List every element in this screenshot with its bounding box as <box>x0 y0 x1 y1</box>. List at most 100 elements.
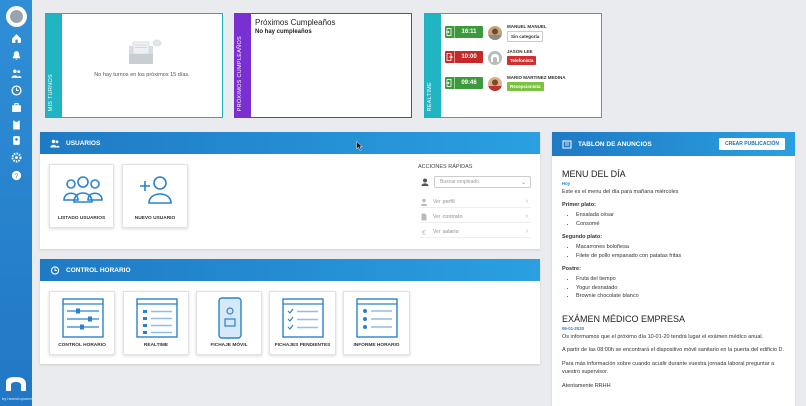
users-group-icon <box>63 176 103 203</box>
usuarios-title: USUARIOS <box>66 139 101 147</box>
gear-icon[interactable] <box>9 150 23 164</box>
chevron-right-icon: › <box>525 198 528 205</box>
section-heading: Segundo plato: <box>562 234 603 241</box>
mobile-icon <box>218 297 242 339</box>
announcement-text: Este es el menu del día para mañana miér… <box>562 188 679 195</box>
avatar <box>488 77 502 91</box>
logo[interactable] <box>6 6 27 27</box>
clipboard-icon[interactable] <box>9 117 23 131</box>
tile-label: CONTROL HORARIO <box>58 343 106 348</box>
control-horario-title: CONTROL HORARIO <box>66 266 131 274</box>
control-horario-panel: CONTROL HORARIO CONTROL HORARIO REALTIME… <box>40 259 540 364</box>
add-user-icon <box>140 176 172 204</box>
inbox-icon <box>129 39 162 64</box>
crear-publicacion-button[interactable]: CREAR PUBLICACIÓN <box>719 138 785 150</box>
menu-list: Macarrones boloñesa Filete de pollo empa… <box>562 244 785 260</box>
turnos-card: MIS TURNOS No hay turnos en los próximos… <box>45 13 223 118</box>
door-icon <box>446 79 452 87</box>
time-badge: 16:11 <box>445 26 483 38</box>
announcement-text: Para más información sobre cuando acudir… <box>562 361 775 375</box>
list-item: Brownie chocolate blanco <box>576 293 785 301</box>
list-item: Filete de pollo empanado con patatas fri… <box>576 253 785 261</box>
realtime-label: REALTIME <box>427 81 433 112</box>
control-horario-header: CONTROL HORARIO <box>40 259 540 281</box>
employee-name: MANUEL MANUEL <box>507 24 547 29</box>
brand-footer: by hamshoponee <box>2 396 33 401</box>
briefcase-icon[interactable] <box>9 100 23 114</box>
menu-list: Ensalada césar Consomé <box>562 212 785 228</box>
help-icon[interactable]: ? <box>9 168 23 182</box>
list-item: Consomé <box>576 221 785 229</box>
section-heading: Postre: <box>562 266 581 273</box>
announcements: MENU DEL DÍA Hoy Este es el menu del día… <box>562 168 785 390</box>
svg-text:€: € <box>422 230 426 236</box>
bell-icon[interactable] <box>9 48 23 62</box>
door-icon <box>446 53 453 61</box>
realtime-row[interactable]: 09:46 MARIO MARTINEZ MEDINA Recepcionist… <box>445 75 595 93</box>
realtime-row[interactable]: 10:00 JASON LEE Telefonista <box>445 49 595 67</box>
control-horario-tile[interactable]: CONTROL HORARIO <box>49 291 115 355</box>
control-horario-icon <box>62 298 104 338</box>
svg-text:?: ? <box>14 173 18 180</box>
realtime-row[interactable]: 16:11 MANUEL MANUEL Sin categoría <box>445 24 595 42</box>
realtime-card: REALTIME 16:11 MANUEL MANUEL Sin categor… <box>424 13 602 118</box>
tile-label: REALTIME <box>143 343 169 348</box>
tablon-panel: TABLON DE ANUNCIOS CREAR PUBLICACIÓN MEN… <box>552 132 795 406</box>
announcement-title: EXÁMEN MÉDICO EMPRESA <box>562 314 686 325</box>
clock-icon[interactable] <box>9 83 23 97</box>
menu-list: Fruta del tiempo Yogur desnatado Brownie… <box>562 276 785 301</box>
list-item: Fruta del tiempo <box>576 276 785 284</box>
ver-contrato-action[interactable]: Ver contrato › <box>420 211 531 223</box>
announcement-date: 06-01-2020 <box>562 325 584 331</box>
cumple-subtitle: No hay cumpleaños <box>255 29 312 35</box>
realtime-tile[interactable]: REALTIME <box>123 291 189 355</box>
announcement-date: Hoy <box>562 180 571 186</box>
buscar-empleado-select[interactable]: Buscar empleado ⌄ <box>434 176 531 188</box>
fichajes-pendientes-tile[interactable]: FICHAJES PENDIENTES <box>269 291 336 355</box>
chevron-right-icon: › <box>525 213 528 220</box>
euro-icon: € <box>422 230 426 236</box>
user-icon <box>420 198 428 206</box>
checklist-icon <box>282 298 324 338</box>
announcement-text: Os informamos que el próximo día 10-01-2… <box>562 333 764 340</box>
tile-label: INFORME HORARIO <box>353 343 400 348</box>
list-item: Ensalada césar <box>576 212 785 220</box>
time-badge: 10:00 <box>445 51 483 63</box>
category-badge: Recepcionista <box>507 82 544 91</box>
announcement-text: Atentamente RRHH <box>562 382 611 389</box>
cumple-label: PRÓXIMOS CUMPLEAÑOS <box>237 35 243 111</box>
document-icon <box>421 213 427 220</box>
section-heading: Primer plato: <box>562 202 596 209</box>
list-item: Yogur desnatado <box>576 285 785 293</box>
nuevo-usuario-tile[interactable]: NUEVO USUARIO <box>122 164 188 228</box>
user-icon <box>421 178 429 186</box>
announcement-title: MENU DEL DÍA <box>562 169 626 179</box>
door-icon <box>446 28 452 36</box>
home-icon[interactable] <box>9 31 23 45</box>
ver-salario-action[interactable]: € Ver salario › <box>420 226 531 238</box>
tile-label: FICHAJES PENDIENTES <box>274 343 331 348</box>
chevron-down-icon: ⌄ <box>520 180 526 186</box>
brand-logo <box>6 377 26 391</box>
cumple-title: Próximos Cumpleaños <box>255 18 336 27</box>
report-icon <box>356 298 398 338</box>
usuarios-header: USUARIOS <box>40 132 540 154</box>
list-item: Macarrones boloñesa <box>576 244 785 252</box>
acciones-rapidas-title: ACCIONES RÁPIDAS <box>418 164 473 170</box>
id-card-icon[interactable] <box>9 133 23 147</box>
listado-usuarios-tile[interactable]: LISTADO USUARIOS <box>49 164 114 228</box>
tile-label: NUEVO USUARIO <box>134 216 176 221</box>
informe-horario-tile[interactable]: INFORME HORARIO <box>343 291 410 355</box>
newspaper-icon <box>562 140 572 148</box>
mouse-cursor-icon <box>356 141 363 151</box>
realtime-icon <box>136 298 178 338</box>
fichaje-movil-tile[interactable]: FICHAJE MÓVIL <box>196 291 262 355</box>
users-icon <box>50 139 60 147</box>
announcement-text: A partir de las 08:00h se encontrará el … <box>562 347 784 354</box>
employee-name: JASON LEE <box>507 49 533 54</box>
search-placeholder: Buscar empleado <box>440 179 479 185</box>
ver-perfil-action[interactable]: Ver perfil › <box>420 196 531 208</box>
employee-name: MARIO MARTINEZ MEDINA <box>507 75 566 80</box>
tablon-header: TABLON DE ANUNCIOS CREAR PUBLICACIÓN <box>552 132 795 156</box>
users-icon[interactable] <box>9 66 23 80</box>
